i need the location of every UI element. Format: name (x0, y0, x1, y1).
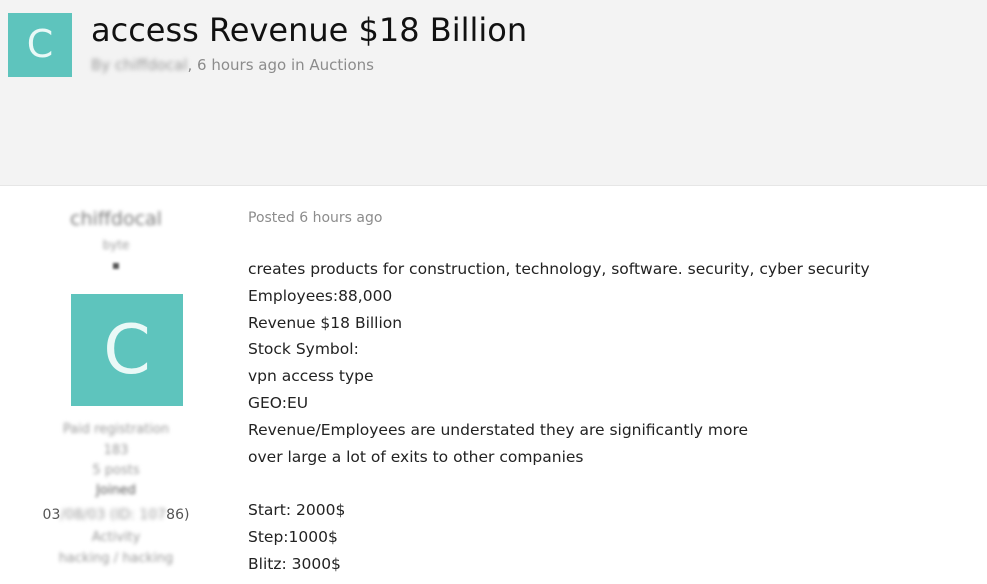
topic-byline: By chiffdocal, 6 hours ago in Auctions (91, 56, 374, 74)
author-group: Paid registration (62, 422, 170, 437)
author-rank-pip: ▪ (111, 258, 121, 272)
post-line: Employees:88,000 (248, 286, 393, 305)
topic-header: C access Revenue $18 Billion By chiffdoc… (0, 0, 987, 186)
author-post-count[interactable]: 5 posts (0, 463, 232, 478)
post-author-panel: chiffdocal byte ▪ C Paid registration 18… (0, 186, 232, 584)
byline-meta: , 6 hours ago in Auctions (187, 56, 374, 74)
author-title: byte (102, 238, 130, 252)
avatar-letter: C (103, 310, 151, 390)
post-line: Blitz: 3000$ (248, 554, 341, 573)
author-username[interactable]: chiffdocal (0, 208, 232, 230)
author-joined-date: 03/08/03 (ID: 10786) (0, 507, 232, 523)
post-line: vpn access type (248, 367, 374, 386)
avatar-letter: C (26, 22, 54, 66)
post-line: GEO:EU (248, 393, 309, 412)
topic-title: access Revenue $18 Billion (91, 11, 528, 49)
joined-date-hidden: /08/03 (ID: 107 (60, 507, 167, 523)
byline-author-link[interactable]: chiffdocal (115, 56, 188, 74)
post-line: Start: 2000$ (248, 501, 346, 520)
author-avatar[interactable]: C (71, 294, 183, 406)
author-id: 183 (103, 443, 129, 458)
author-joined-label: Joined (96, 483, 136, 498)
author-activity-value: hacking / hacking (58, 551, 174, 566)
post-timestamp[interactable]: Posted 6 hours ago (248, 210, 382, 226)
post-line: Step:1000$ (248, 527, 338, 546)
author-activity-label: Activity (91, 530, 141, 545)
post-line (248, 470, 870, 497)
joined-date-suffix: 86) (166, 507, 190, 523)
joined-date-prefix: 03 (42, 507, 61, 523)
post-body: creates products for construction, techn… (248, 256, 870, 578)
post-line: Revenue $18 Billion (248, 313, 403, 332)
post-line: Revenue/Employees are understated they a… (248, 420, 749, 439)
byline-prefix: By (91, 56, 111, 74)
post-line: Stock Symbol: (248, 340, 359, 359)
topic-author-avatar[interactable]: C (8, 13, 72, 77)
post-line: over large a lot of exits to other compa… (248, 447, 584, 466)
post-line: creates products for construction, techn… (248, 260, 870, 278)
